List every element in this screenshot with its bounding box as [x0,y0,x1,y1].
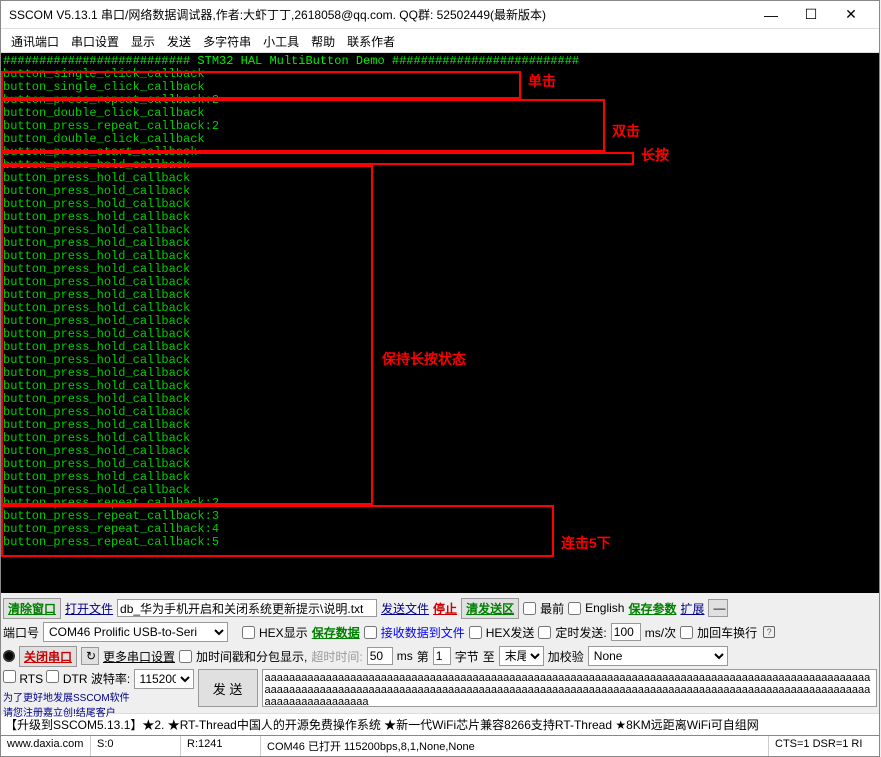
menu-contact[interactable]: 联系作者 [347,33,395,48]
annotation-longpress: 长按 [641,149,669,162]
hex-send-checkbox[interactable] [469,626,482,639]
interval-unit: ms/次 [645,624,676,641]
menu-send[interactable]: 发送 [167,33,191,48]
menubar: 通讯端口 串口设置 显示 发送 多字符串 小工具 帮助 联系作者 [1,29,879,53]
annotation-hold: 保持长按状态 [382,353,466,366]
titlebar: SSCOM V5.13.1 串口/网络数据调试器,作者:大虾丁丁,2618058… [1,1,879,29]
dtr-checkbox[interactable] [46,670,59,683]
statusbar: www.daxia.com S:0 R:1241 COM46 已打开 11520… [1,735,879,756]
port-refresh-button[interactable]: ↻ [81,647,99,665]
rts-checkbox[interactable] [3,670,16,683]
tail-select[interactable]: 末尾 [499,646,544,666]
close-button[interactable]: ✕ [831,3,871,27]
hex-display-checkbox[interactable] [242,626,255,639]
window-title: SSCOM V5.13.1 串口/网络数据调试器,作者:大虾丁丁,2618058… [9,6,751,23]
control-panel: 清除窗口 打开文件 发送文件 停止 清发送区 最前 English 保存参数 扩… [1,593,879,713]
menu-port[interactable]: 通讯端口 [11,33,59,48]
menu-display[interactable]: 显示 [131,33,155,48]
topmost-checkbox[interactable] [523,602,536,615]
timeout-label: 超时时间: [311,648,362,665]
dtr-label: DTR [63,672,88,686]
expand-link[interactable]: 扩展 [680,600,704,617]
save-params-link[interactable]: 保存参数 [628,600,676,617]
annotation-single: 单击 [528,75,556,88]
menu-serial-settings[interactable]: 串口设置 [71,33,119,48]
english-checkbox[interactable] [568,602,581,615]
clear-send-button[interactable]: 清发送区 [461,598,519,619]
expand-toggle-button[interactable]: — [708,599,728,617]
recv-to-file-checkbox[interactable] [364,626,377,639]
menu-multistring[interactable]: 多字符串 [203,33,251,48]
minimize-button[interactable]: — [751,3,791,27]
crlf-label: 加回车换行 [697,624,757,641]
hex-send-label: HEX发送 [486,624,535,641]
crlf-checkbox[interactable] [680,626,693,639]
terminal-line: button_press_repeat_callback:5 [3,536,877,549]
page-input[interactable] [433,647,451,665]
timed-send-checkbox[interactable] [538,626,551,639]
close-port-button[interactable]: 关闭串口 [19,646,77,667]
topmost-label: 最前 [540,600,564,617]
timed-send-label: 定时发送: [555,624,606,641]
port-led-icon [3,650,15,662]
more-settings-link[interactable]: 更多串口设置 [103,648,175,665]
help-icon[interactable]: ? [763,626,775,638]
interval-input[interactable] [611,623,641,641]
status-received: R:1241 [181,736,261,756]
recv-to-file-label: 接收数据到文件 [381,624,465,641]
timeout-unit: ms [397,649,413,663]
timestamp-checkbox[interactable] [179,650,192,663]
rts-label: RTS [19,672,43,686]
promo1: 为了更好地发展SSCOM软件 [3,689,194,704]
stop-link[interactable]: 停止 [433,600,457,617]
menu-tools[interactable]: 小工具 [263,33,299,48]
baud-label: 波特率: [91,672,130,686]
footer-text: 【升级到SSCOM5.13.1】★2. ★RT-Thread中国人的开源免费操作… [5,718,759,732]
send-input[interactable]: aaaaaaaaaaaaaaaaaaaaaaaaaaaaaaaaaaaaaaaa… [262,669,877,707]
send-button[interactable]: 发 送 [198,669,258,707]
annotation-double: 双击 [612,125,640,138]
checksum-select[interactable]: None [588,646,728,666]
status-url[interactable]: www.daxia.com [1,736,91,756]
status-sent: S:0 [91,736,181,756]
send-file-link[interactable]: 发送文件 [381,600,429,617]
open-file-link[interactable]: 打开文件 [65,600,113,617]
footer-bar: 【升级到SSCOM5.13.1】★2. ★RT-Thread中国人的开源免费操作… [1,713,879,735]
port-label: 端口号 [3,624,39,641]
clear-window-button[interactable]: 清除窗口 [3,598,61,619]
file-path-input[interactable] [117,599,377,617]
port-select[interactable]: COM46 Prolific USB-to-Seri [43,622,228,642]
menu-help[interactable]: 帮助 [311,33,335,48]
annotation-repeat5: 连击5下 [561,537,611,550]
checksum-label: 加校验 [548,648,584,665]
terminal-output[interactable]: ########################## STM32 HAL Mul… [1,53,879,593]
status-com: COM46 已打开 115200bps,8,1,None,None [261,736,769,756]
timeout-input[interactable] [367,647,393,665]
save-data-link[interactable]: 保存数据 [312,624,360,641]
timestamp-label: 加时间戳和分包显示, [196,648,307,665]
maximize-button[interactable]: ☐ [791,3,831,27]
page-unit: 字节 [455,648,479,665]
baud-select[interactable]: 115200 [134,669,194,689]
tail-label: 至 [483,648,495,665]
hex-display-label: HEX显示 [259,624,308,641]
english-label: English [585,601,624,615]
page-label: 第 [417,648,429,665]
status-cts: CTS=1 DSR=1 RI [769,736,879,756]
